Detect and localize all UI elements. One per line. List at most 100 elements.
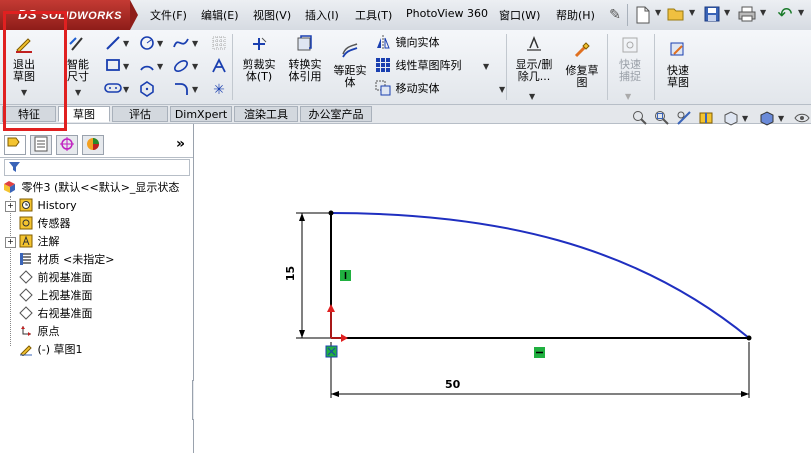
linear-pattern-button[interactable]: 线性草图阵列 ▼ [374, 57, 489, 75]
line-icon[interactable] [104, 35, 122, 53]
tab-evaluate[interactable]: 评估 [112, 106, 168, 122]
arc-icon[interactable] [138, 58, 156, 76]
chevron-down-icon[interactable]: ▼ [157, 39, 163, 48]
ribbon-divider [607, 34, 608, 100]
point-icon[interactable]: ✳ [210, 81, 228, 99]
menu-help[interactable]: 帮助(H) [556, 7, 595, 23]
save-icon[interactable] [703, 6, 721, 24]
dim-arrow [331, 391, 339, 397]
tab-dimxpert[interactable]: DimXpert [170, 106, 232, 122]
expand-icon[interactable]: + [5, 200, 16, 212]
sketch-canvas[interactable] [194, 124, 811, 453]
tree-item-label: History [37, 199, 77, 212]
tree-item-origin[interactable]: 原点 [18, 323, 60, 340]
chevron-down-icon[interactable]: ▼ [689, 8, 695, 17]
menu-insert[interactable]: 插入(I) [305, 7, 339, 23]
convert-entities-button[interactable]: 转换实体引用 [284, 34, 326, 83]
tree-item-sensors[interactable]: 传感器 [18, 215, 71, 232]
property-manager-tab-icon[interactable] [30, 135, 52, 155]
chevron-down-icon[interactable]: ▼ [483, 62, 489, 71]
trim-icon [238, 34, 280, 59]
new-document-icon[interactable] [634, 6, 652, 24]
tree-item-top-plane[interactable]: 上视基准面 [18, 287, 93, 304]
fillet-icon[interactable] [172, 81, 190, 99]
tree-item-right-plane[interactable]: 右视基准面 [18, 305, 93, 322]
tab-office-products[interactable]: 办公室产品 [300, 106, 372, 122]
tree-item-front-plane[interactable]: 前视基准面 [18, 269, 93, 286]
chevron-down-icon[interactable]: ▼ [760, 8, 766, 17]
ellipse-icon[interactable] [172, 58, 190, 76]
tab-render-tools[interactable]: 渲染工具 [234, 106, 298, 122]
expand-icon[interactable]: + [5, 236, 16, 248]
chevron-down-icon[interactable]: ▼ [625, 92, 631, 101]
origin-arrow [327, 304, 335, 312]
grid-icon[interactable] [210, 35, 228, 53]
dimension-vertical-text[interactable]: 15 [284, 266, 297, 281]
slot-icon[interactable] [104, 81, 122, 99]
command-manager: 退出草图 ▼ 智能尺寸 ▼ ▼ ▼ ▼ ▼ ▼ ▼ ▼ ▼ ✳ 剪裁实体(T) … [0, 30, 811, 105]
chevron-down-icon[interactable]: ▼ [123, 39, 129, 48]
chevron-down-icon[interactable]: ▼ [157, 62, 163, 71]
menu-tools[interactable]: 工具(T) [355, 7, 392, 23]
sketch-point [328, 210, 334, 216]
menu-edit[interactable]: 编辑(E) [201, 7, 239, 23]
undo-icon[interactable]: ↶ [776, 6, 794, 24]
rapid-sketch-button[interactable]: 快速草图 [658, 40, 698, 89]
tree-item-label: 原点 [37, 325, 60, 338]
show-delete-label: 显示/删除几... [515, 58, 553, 83]
display-manager-tab-icon[interactable] [82, 135, 104, 155]
move-icon [374, 80, 392, 98]
filter-field[interactable] [4, 159, 190, 176]
quick-snaps-button[interactable]: 快速捕捉 [612, 36, 648, 83]
open-folder-icon[interactable] [667, 6, 685, 24]
offset-entities-button[interactable]: 等距实体 [330, 40, 370, 89]
menu-file[interactable]: 文件(F) [150, 7, 187, 23]
chevron-down-icon[interactable]: ▼ [192, 39, 198, 48]
sensor-icon [18, 216, 34, 232]
tree-item-history[interactable]: + History [5, 197, 77, 214]
graphics-area[interactable]: ▼ ▼ 15 50 [194, 111, 811, 453]
chevron-down-icon[interactable]: ▼ [724, 8, 730, 17]
trim-entities-button[interactable]: 剪裁实体(T) [238, 34, 280, 83]
chevron-down-icon[interactable]: ▼ [192, 85, 198, 94]
chevron-down-icon[interactable]: ▼ [192, 62, 198, 71]
chevron-right-icon[interactable]: » [176, 136, 185, 152]
move-entities-button[interactable]: 移动实体 ▼ [374, 80, 505, 98]
dimension-horizontal-text[interactable]: 50 [445, 378, 460, 391]
pin-icon[interactable]: ✎ [606, 6, 624, 24]
polygon-icon[interactable] [138, 81, 156, 99]
feature-manager-panel: » 零件3 (默认<<默认>_显示状态 + History 传感器 + 注解 材… [0, 124, 201, 453]
circle-icon[interactable] [138, 35, 156, 53]
trim-label: 剪裁实体(T) [242, 58, 276, 83]
tree-item-label: 右视基准面 [37, 307, 93, 320]
tree-item-material[interactable]: 材质 <未指定> [18, 251, 114, 268]
spline-curve-entity [330, 212, 750, 339]
show-delete-relations-button[interactable]: 显示/删除几... [511, 34, 557, 83]
menu-view[interactable]: 视图(V) [253, 7, 291, 23]
mirror-entities-button[interactable]: 镜向实体 [374, 34, 440, 52]
chevron-down-icon[interactable]: ▼ [75, 88, 81, 97]
repair-label: 修复草图 [565, 64, 599, 89]
menu-photoview[interactable]: PhotoView 360 [406, 7, 488, 20]
filter-icon[interactable] [8, 161, 21, 176]
chevron-down-icon[interactable]: ▼ [499, 85, 505, 94]
repair-sketch-button[interactable]: 修复草图 [562, 40, 602, 89]
feature-manager-tab-icon[interactable] [4, 135, 26, 155]
tree-item-annotations[interactable]: + 注解 [5, 233, 60, 250]
print-icon[interactable] [738, 6, 756, 24]
chevron-down-icon[interactable]: ▼ [778, 114, 784, 123]
tree-item-sketch1[interactable]: (-) 草图1 [18, 341, 83, 358]
tree-root[interactable]: 零件3 (默认<<默认>_显示状态 [2, 179, 179, 196]
text-icon[interactable] [210, 57, 228, 76]
configuration-manager-tab-icon[interactable] [56, 135, 78, 155]
chevron-down-icon[interactable]: ▼ [655, 8, 661, 17]
chevron-down-icon[interactable]: ▼ [742, 114, 748, 123]
spline-icon[interactable] [172, 35, 190, 53]
menu-window[interactable]: 窗口(W) [499, 7, 540, 23]
rectangle-icon[interactable] [104, 58, 122, 76]
chevron-down-icon[interactable]: ▼ [798, 8, 804, 17]
chevron-down-icon[interactable]: ▼ [123, 85, 129, 94]
ribbon-divider [506, 34, 507, 100]
chevron-down-icon[interactable]: ▼ [123, 62, 129, 71]
chevron-down-icon[interactable]: ▼ [529, 92, 535, 101]
